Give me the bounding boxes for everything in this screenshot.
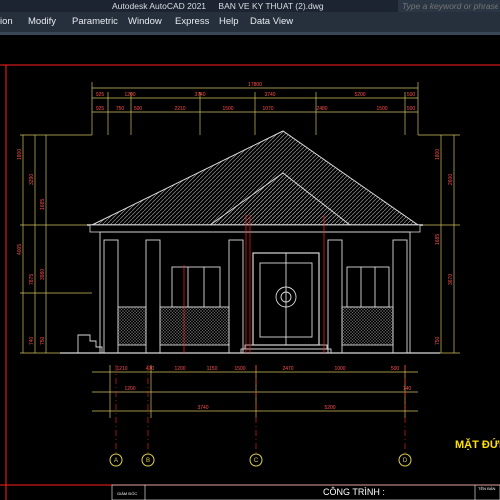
svg-text:4005: 4005 xyxy=(17,244,23,255)
search-input[interactable] xyxy=(398,0,498,12)
drawing-canvas[interactable]: 17800 925 1200 3740 3740 5200 500 925 75… xyxy=(0,35,500,500)
svg-text:500: 500 xyxy=(407,92,416,98)
left-dimensions xyxy=(20,134,92,354)
svg-text:A: A xyxy=(114,458,118,464)
svg-text:2600: 2600 xyxy=(448,174,454,185)
svg-text:1685: 1685 xyxy=(40,199,46,210)
svg-text:2480: 2480 xyxy=(316,106,327,112)
grid-axes: A B C D xyxy=(109,365,412,467)
titleblock-project-label: CÔNG TRÌNH : xyxy=(323,487,385,497)
title-block xyxy=(111,484,500,500)
svg-text:500: 500 xyxy=(391,366,400,372)
svg-text:2470: 2470 xyxy=(282,366,293,372)
app-name: Autodesk AutoCAD 2021 xyxy=(112,1,207,11)
svg-text:1685: 1685 xyxy=(435,234,441,245)
svg-text:D: D xyxy=(403,458,408,464)
svg-text:3740: 3740 xyxy=(194,92,205,98)
right-dimension-text: 1800 2600 1685 3670 750 xyxy=(435,149,454,345)
file-name: BAN VE KY THUAT (2).dwg xyxy=(218,1,324,11)
svg-text:1200: 1200 xyxy=(174,366,185,372)
titleblock-drawing-name-label: TÊN BẢN xyxy=(478,486,496,491)
svg-text:1500: 1500 xyxy=(222,106,233,112)
bottom-dimension-text: 1210 470 1200 1150 1500 2470 1000 500 12… xyxy=(116,366,411,411)
svg-text:470: 470 xyxy=(146,366,155,372)
svg-text:1210: 1210 xyxy=(116,366,127,372)
roof xyxy=(87,130,423,233)
svg-text:1200: 1200 xyxy=(124,386,135,392)
drawing-svg[interactable]: 17800 925 1200 3740 3740 5200 500 925 75… xyxy=(0,35,500,500)
svg-text:1500: 1500 xyxy=(234,366,245,372)
svg-text:3740: 3740 xyxy=(197,405,208,411)
menu-window[interactable]: Window xyxy=(128,16,162,27)
svg-text:1070: 1070 xyxy=(262,106,273,112)
svg-text:3740: 3740 xyxy=(264,92,275,98)
svg-text:750: 750 xyxy=(116,106,125,112)
view-title: MẶT ĐỨN xyxy=(455,439,500,451)
menu-bar: ion Modify Parametric Window Express Hel… xyxy=(0,12,500,32)
svg-text:3290: 3290 xyxy=(29,174,35,185)
menu-help[interactable]: Help xyxy=(219,16,239,27)
svg-text:5200: 5200 xyxy=(354,92,365,98)
svg-text:500: 500 xyxy=(134,106,143,112)
search-box[interactable] xyxy=(398,0,500,12)
overall-width-dim: 17800 xyxy=(248,82,262,88)
menu-parametric[interactable]: Parametric xyxy=(72,16,118,27)
svg-text:5200: 5200 xyxy=(324,405,335,411)
title-bar: Autodesk AutoCAD 2021 BAN VE KY THUAT (2… xyxy=(0,0,500,12)
svg-text:1800: 1800 xyxy=(435,149,441,160)
menu-express[interactable]: Express xyxy=(175,16,209,27)
left-dimension-text: 1800 4005 3290 1685 7875 3980 740 750 xyxy=(17,149,46,345)
svg-text:500: 500 xyxy=(407,106,416,112)
svg-text:925: 925 xyxy=(96,92,105,98)
svg-text:740: 740 xyxy=(403,386,412,392)
bottom-dimensions xyxy=(92,365,418,418)
svg-text:925: 925 xyxy=(96,106,105,112)
svg-text:1000: 1000 xyxy=(334,366,345,372)
svg-text:3980: 3980 xyxy=(40,269,46,280)
svg-text:3670: 3670 xyxy=(448,274,454,285)
svg-text:B: B xyxy=(146,458,150,464)
svg-text:C: C xyxy=(254,458,259,464)
window-title: Autodesk AutoCAD 2021 BAN VE KY THUAT (2… xyxy=(112,0,334,12)
menu-modify[interactable]: Modify xyxy=(28,16,56,27)
svg-text:740: 740 xyxy=(29,336,35,345)
svg-text:750: 750 xyxy=(435,336,441,345)
svg-text:1150: 1150 xyxy=(207,366,218,372)
svg-text:1200: 1200 xyxy=(124,92,135,98)
svg-text:750: 750 xyxy=(40,336,46,345)
menu-data-view[interactable]: Data View xyxy=(250,16,293,27)
svg-text:2210: 2210 xyxy=(174,106,185,112)
top-dimension-text: 17800 925 1200 3740 3740 5200 500 925 75… xyxy=(96,82,416,112)
svg-text:1800: 1800 xyxy=(17,149,23,160)
svg-text:7875: 7875 xyxy=(29,274,35,285)
svg-text:1500: 1500 xyxy=(376,106,387,112)
titleblock-director-label: GIÁM ĐỐC xyxy=(117,491,138,496)
menu-annotation[interactable]: ion xyxy=(0,16,13,27)
